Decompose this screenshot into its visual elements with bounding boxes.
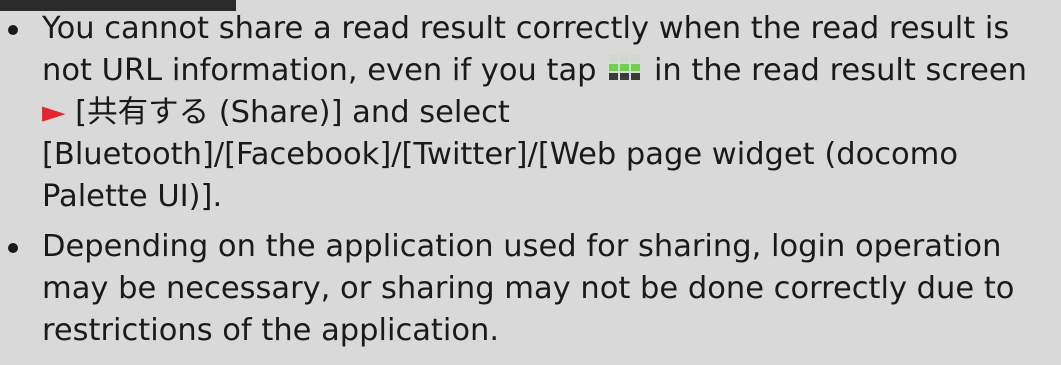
menu-grid-icon	[609, 55, 641, 80]
note-text-part-3: [共有する (Share)] and select [Bluetooth]/[F…	[42, 95, 959, 214]
note-item: Depending on the application used for sh…	[0, 226, 1061, 352]
note-text-part-2: in the read result screen	[653, 53, 1027, 88]
note-text: Depending on the application used for sh…	[42, 229, 1015, 348]
note-item: You cannot share a read result correctly…	[0, 8, 1061, 218]
note-list: You cannot share a read result correctly…	[0, 8, 1061, 352]
bullet-dot	[8, 25, 18, 35]
note-panel: You cannot share a read result correctly…	[0, 0, 1061, 365]
bullet-dot	[8, 243, 18, 253]
arrow-icon: ►	[42, 95, 66, 130]
